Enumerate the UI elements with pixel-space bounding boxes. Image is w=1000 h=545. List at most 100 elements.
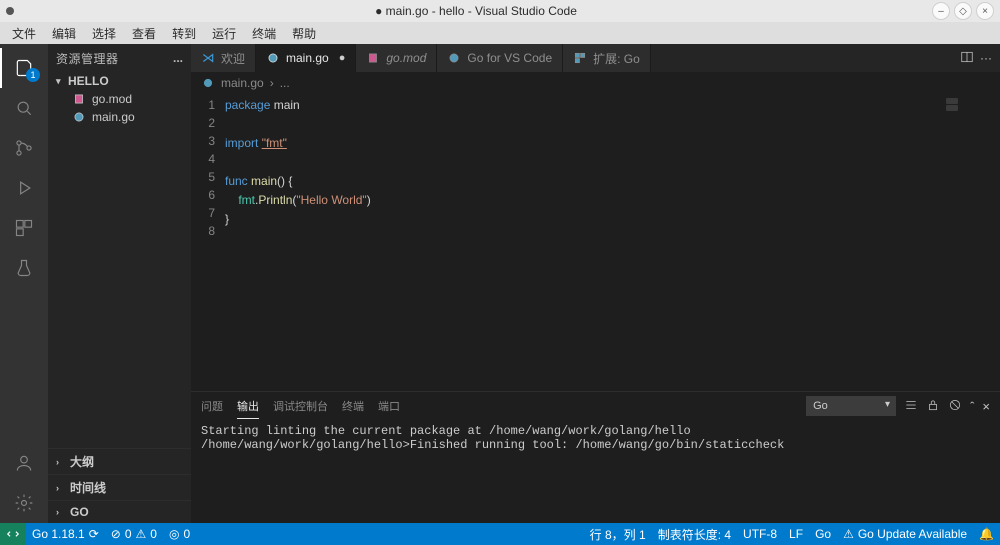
sidebar-section-label: 大纲 <box>70 453 94 470</box>
chevron-down-icon: ▾ <box>56 76 64 87</box>
panel-close-icon[interactable]: × <box>982 400 990 413</box>
tab-file-icon <box>366 51 380 65</box>
status-bell-icon[interactable]: 🔔 <box>979 527 994 541</box>
os-menu-item-7[interactable]: 帮助 <box>286 23 322 44</box>
activity-explorer-icon[interactable]: 1 <box>0 48 48 88</box>
code-editor[interactable]: 12345678 package main import "fmt" func … <box>191 94 1000 391</box>
file-tree: ▾ HELLO go.mod main.go <box>48 72 191 448</box>
os-menu-item-5[interactable]: 运行 <box>206 23 242 44</box>
tab-label: 扩展: Go <box>593 50 640 67</box>
activity-run-debug-icon[interactable] <box>0 168 48 208</box>
activity-source-control-icon[interactable] <box>0 128 48 168</box>
panel-tab[interactable]: 调试控制台 <box>273 394 328 418</box>
panel-clear-icon[interactable] <box>948 398 962 414</box>
explorer-badge: 1 <box>26 68 40 82</box>
status-go-update[interactable]: ⚠ Go Update Available <box>843 527 967 541</box>
breadcrumb-file-icon <box>201 76 215 90</box>
output-channel-select[interactable]: Go <box>806 396 896 416</box>
status-line-col[interactable]: 行 8，列 1 <box>590 526 646 543</box>
editor-tab[interactable]: main.go ● <box>256 44 356 72</box>
os-menubar: 文件编辑选择查看转到运行终端帮助 <box>0 22 1000 44</box>
window-close-button[interactable]: × <box>976 2 994 20</box>
status-ports-count: 0 <box>183 527 190 541</box>
os-menu-item-4[interactable]: 转到 <box>166 23 202 44</box>
os-menu-item-3[interactable]: 查看 <box>126 23 162 44</box>
code-line[interactable]: } <box>225 212 229 226</box>
tab-file-icon <box>573 51 587 65</box>
tree-project-header[interactable]: ▾ HELLO <box>48 72 191 90</box>
minimap[interactable] <box>940 94 1000 391</box>
status-language-mode[interactable]: Go <box>815 527 831 541</box>
status-ports[interactable]: ◎0 <box>169 527 190 541</box>
panel-tab[interactable]: 输出 <box>237 394 259 419</box>
code-line[interactable]: func main() { <box>225 174 292 188</box>
status-errors-count: 0 <box>125 527 132 541</box>
line-number: 7 <box>191 204 215 222</box>
chevron-right-icon: › <box>56 457 64 467</box>
line-number: 6 <box>191 186 215 204</box>
status-remote-icon[interactable] <box>0 523 26 545</box>
chevron-right-icon: › <box>56 507 64 517</box>
status-warnings-count: 0 <box>150 527 157 541</box>
project-name: HELLO <box>68 74 109 88</box>
code-line[interactable]: import "fmt" <box>225 136 287 150</box>
sidebar-section-label: 时间线 <box>70 479 106 496</box>
code-line[interactable]: package main <box>225 98 300 112</box>
file-icon <box>72 110 86 124</box>
sidebar-more-icon[interactable]: ... <box>173 51 183 65</box>
os-menu-item-0[interactable]: 文件 <box>6 23 42 44</box>
sidebar-section[interactable]: ›GO <box>48 500 191 523</box>
sidebar-section[interactable]: › 大纲 <box>48 448 191 474</box>
tab-dirty-dot[interactable]: ● <box>339 52 346 64</box>
line-number: 8 <box>191 222 215 240</box>
status-indent[interactable]: 制表符长度: 4 <box>658 526 731 543</box>
panel-tab[interactable]: 端口 <box>378 394 400 418</box>
activity-search-icon[interactable] <box>0 88 48 128</box>
editor-tab[interactable]: go.mod <box>356 44 437 72</box>
breadcrumbs[interactable]: main.go › ... <box>191 72 1000 94</box>
file-name: go.mod <box>92 92 132 106</box>
explorer-sidebar: 资源管理器 ... ▾ HELLO go.modmain.go ›大纲›时间线›… <box>48 44 191 523</box>
file-row[interactable]: main.go <box>48 108 191 126</box>
activity-testing-icon[interactable] <box>0 248 48 288</box>
line-number: 3 <box>191 132 215 150</box>
tab-label: main.go <box>286 51 329 65</box>
tab-label: Go for VS Code <box>467 51 552 65</box>
status-problems[interactable]: ⊘0 ⚠0 <box>111 527 157 541</box>
sync-icon: ⟳ <box>89 527 99 541</box>
breadcrumb-file: main.go <box>221 76 264 90</box>
editor-tab[interactable]: Go for VS Code <box>437 44 563 72</box>
os-menu-item-1[interactable]: 编辑 <box>46 23 82 44</box>
status-go-version-value: Go 1.18.1 <box>32 527 85 541</box>
editor-more-icon[interactable]: ··· <box>980 51 992 65</box>
split-editor-icon[interactable] <box>960 50 974 67</box>
file-row[interactable]: go.mod <box>48 90 191 108</box>
panel-list-icon[interactable] <box>904 398 918 414</box>
tab-file-icon <box>266 51 280 65</box>
window-minimize-button[interactable]: – <box>932 2 950 20</box>
panel-output[interactable]: Starting linting the current package at … <box>191 420 1000 523</box>
warning-icon: ⚠ <box>136 527 147 541</box>
activity-accounts-icon[interactable] <box>0 443 48 483</box>
panel-tab[interactable]: 问题 <box>201 394 223 418</box>
activity-extensions-icon[interactable] <box>0 208 48 248</box>
editor-tab[interactable]: 欢迎 <box>191 44 256 72</box>
panel-tab[interactable]: 终端 <box>342 394 364 418</box>
panel-maximize-icon[interactable]: ˆ <box>970 400 974 413</box>
code-content[interactable]: package main import "fmt" func main() { … <box>225 94 940 391</box>
status-go-version[interactable]: Go 1.18.1 ⟳ <box>32 527 99 541</box>
window-maximize-button[interactable]: ◇ <box>954 2 972 20</box>
tabs-spacer <box>651 44 952 72</box>
activity-settings-icon[interactable] <box>0 483 48 523</box>
breadcrumb-rest: ... <box>280 76 290 90</box>
code-line[interactable]: fmt.Println("Hello World") <box>225 193 371 207</box>
status-eol[interactable]: LF <box>789 527 803 541</box>
editor-tab[interactable]: 扩展: Go <box>563 44 651 72</box>
os-menu-item-6[interactable]: 终端 <box>246 23 282 44</box>
line-number-gutter: 12345678 <box>191 94 225 391</box>
panel-lock-icon[interactable] <box>926 398 940 414</box>
window-dirty-dot <box>6 7 14 15</box>
status-encoding[interactable]: UTF-8 <box>743 527 777 541</box>
sidebar-section[interactable]: ›时间线 <box>48 474 191 500</box>
os-menu-item-2[interactable]: 选择 <box>86 23 122 44</box>
